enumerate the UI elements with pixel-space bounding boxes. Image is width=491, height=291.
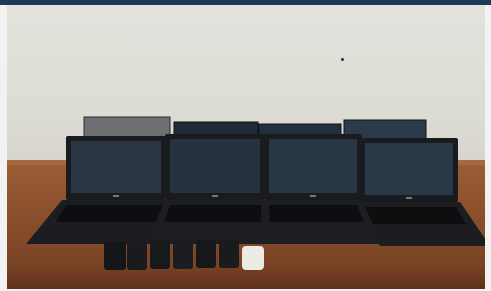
laptops-photo: [26, 116, 490, 270]
front-row-screens: [66, 134, 458, 202]
right-border: [485, 5, 491, 291]
phone-2: [127, 241, 147, 270]
laptop-3-screen: [269, 139, 357, 193]
phone-6: [219, 240, 239, 268]
laptop-3-keyboard: [269, 205, 364, 222]
laptop-2-keyboard: [164, 205, 261, 222]
laptop-3-logo: [310, 195, 316, 197]
phone-4: [173, 240, 193, 269]
left-border: [0, 5, 7, 291]
laptop-4-keyboard: [365, 207, 466, 224]
laptop-1-keyboard: [56, 205, 163, 222]
laptop-2-screen: [170, 139, 260, 193]
laptop-4-logo: [406, 197, 412, 199]
laptop-1-screen: [71, 141, 161, 193]
power-bank-white: [242, 246, 264, 270]
phone-5: [196, 240, 216, 268]
small-devices: [104, 240, 264, 270]
phone-1: [104, 242, 126, 270]
laptop-4-screen: [365, 143, 453, 195]
phone-3: [150, 240, 170, 269]
laptop-1-logo: [113, 195, 119, 197]
laptop-2-logo: [212, 195, 218, 197]
front-row-bases: [26, 200, 490, 246]
photo-frame: [0, 0, 491, 291]
